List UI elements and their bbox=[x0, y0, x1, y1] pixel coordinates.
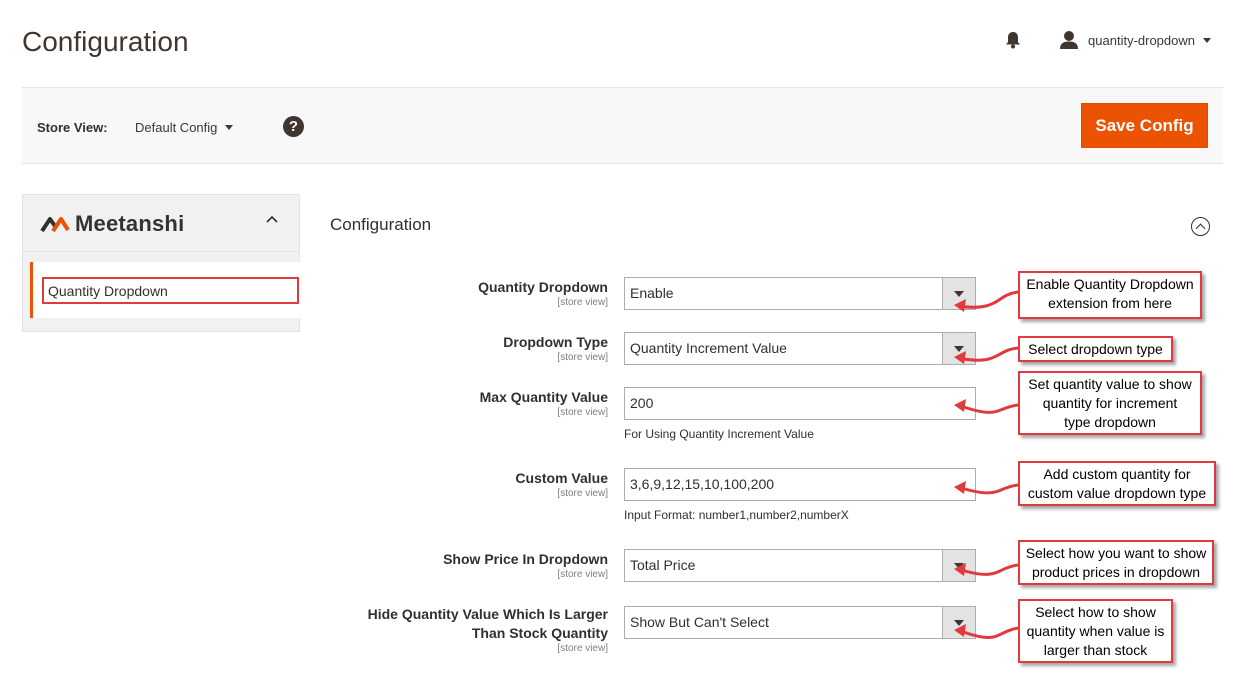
select-value: Enable bbox=[630, 285, 674, 301]
section-title[interactable]: Configuration bbox=[330, 215, 431, 235]
callout-line: Select how to show bbox=[1035, 604, 1156, 620]
user-menu[interactable]: quantity-dropdown bbox=[1059, 30, 1211, 50]
show-price-select[interactable]: Total Price bbox=[624, 549, 976, 582]
dropdown-type-select[interactable]: Quantity Increment Value bbox=[624, 332, 976, 365]
bell-icon[interactable] bbox=[1005, 31, 1021, 49]
max-quantity-input[interactable]: 200 bbox=[624, 387, 976, 420]
select-value: Show But Can't Select bbox=[630, 614, 769, 630]
sidebar-item-label: Quantity Dropdown bbox=[42, 277, 299, 304]
callout-line: type dropdown bbox=[1064, 414, 1156, 430]
hide-quantity-select[interactable]: Show But Can't Select bbox=[624, 606, 976, 639]
chevron-down-icon bbox=[942, 607, 975, 638]
field-label-custom-value: Custom Value bbox=[515, 470, 608, 486]
field-note: For Using Quantity Increment Value bbox=[624, 427, 814, 441]
field-label-quantity-dropdown: Quantity Dropdown bbox=[478, 279, 608, 295]
field-scope: [store view] bbox=[557, 297, 608, 308]
user-icon bbox=[1059, 30, 1079, 50]
store-view-toolbar: Store View: Default Config ? Save Config bbox=[22, 87, 1223, 164]
quantity-dropdown-select[interactable]: Enable bbox=[624, 277, 976, 310]
field-scope: [store view] bbox=[557, 352, 608, 363]
callout-line: Select dropdown type bbox=[1028, 341, 1163, 357]
field-scope: [store view] bbox=[557, 643, 608, 654]
field-label-show-price: Show Price In Dropdown bbox=[443, 551, 608, 567]
callout-line: larger than stock bbox=[1043, 642, 1148, 658]
chevron-down-icon bbox=[1203, 37, 1211, 43]
store-view-switcher[interactable]: Default Config bbox=[135, 120, 234, 135]
sidebar-item-quantity-dropdown[interactable]: Quantity Dropdown bbox=[30, 262, 300, 318]
input-value: 3,6,9,12,15,10,100,200 bbox=[630, 476, 775, 492]
field-label-hide-quantity: Hide Quantity Value Which Is Larger bbox=[367, 606, 608, 622]
callout-line: Add custom quantity for bbox=[1043, 466, 1191, 482]
field-scope: [store view] bbox=[557, 488, 608, 499]
chevron-down-icon bbox=[225, 125, 234, 130]
field-note: Input Format: number1,number2,numberX bbox=[624, 508, 849, 522]
select-value: Quantity Increment Value bbox=[630, 340, 787, 356]
callout-line: quantity for increment bbox=[1042, 395, 1178, 411]
store-view-value: Default Config bbox=[135, 120, 218, 135]
callout-dropdown-type: Select dropdown type bbox=[1018, 336, 1173, 362]
callout-line: Select how you want to show bbox=[1025, 545, 1207, 561]
page-title: Configuration bbox=[22, 26, 189, 57]
chevron-up-icon[interactable] bbox=[265, 214, 279, 224]
field-scope: [store view] bbox=[557, 569, 608, 580]
custom-value-input[interactable]: 3,6,9,12,15,10,100,200 bbox=[624, 468, 976, 501]
select-value: Total Price bbox=[630, 557, 696, 573]
callout-line: extension from here bbox=[1048, 295, 1172, 311]
callout-line: Enable Quantity Dropdown bbox=[1026, 276, 1194, 292]
config-sidebar: Meetanshi Quantity Dropdown bbox=[22, 194, 300, 332]
callout-line: quantity when value is bbox=[1026, 623, 1165, 639]
callout-custom-value: Add custom quantity for custom value dro… bbox=[1018, 461, 1216, 506]
callout-show-price: Select how you want to show product pric… bbox=[1018, 540, 1214, 585]
save-config-button[interactable]: Save Config bbox=[1081, 103, 1208, 148]
sidebar-section-header[interactable]: Meetanshi bbox=[23, 195, 299, 252]
field-label-hide-quantity-line2: Than Stock Quantity bbox=[471, 625, 608, 641]
callout-hide-quantity: Select how to show quantity when value i… bbox=[1018, 599, 1173, 663]
brand-logo: Meetanshi bbox=[40, 211, 184, 237]
brand-name: Meetanshi bbox=[75, 211, 185, 236]
store-view-label: Store View: bbox=[37, 120, 108, 135]
chevron-down-icon bbox=[942, 550, 975, 581]
user-name: quantity-dropdown bbox=[1088, 32, 1195, 48]
chevron-down-icon bbox=[942, 278, 975, 309]
field-label-dropdown-type: Dropdown Type bbox=[503, 334, 608, 350]
callout-line: product prices in dropdown bbox=[1031, 564, 1201, 580]
collapse-circle-icon[interactable] bbox=[1191, 217, 1210, 236]
callout-max-quantity: Set quantity value to show quantity for … bbox=[1018, 371, 1202, 435]
chevron-down-icon bbox=[942, 333, 975, 364]
help-icon[interactable]: ? bbox=[283, 116, 304, 137]
field-scope: [store view] bbox=[557, 407, 608, 418]
callout-enable: Enable Quantity Dropdown extension from … bbox=[1018, 271, 1202, 319]
field-label-max-quantity: Max Quantity Value bbox=[479, 389, 608, 405]
callout-line: custom value dropdown type bbox=[1027, 485, 1207, 501]
input-value: 200 bbox=[630, 395, 654, 411]
meetanshi-logo-icon bbox=[40, 217, 70, 233]
header-actions: quantity-dropdown bbox=[1005, 28, 1211, 52]
callout-line: Set quantity value to show bbox=[1028, 376, 1192, 392]
